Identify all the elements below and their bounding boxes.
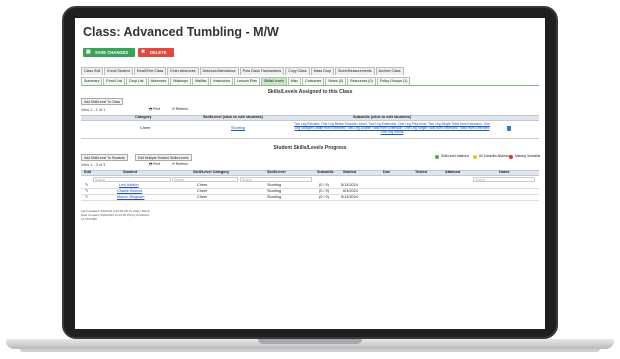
tab-lesson-plan[interactable]: Lesson Plan xyxy=(234,77,260,85)
edit-pencil-icon[interactable]: ✎ xyxy=(85,195,88,200)
tab-archive-class[interactable]: Archive Class xyxy=(375,67,404,75)
skill-cell: Stunting xyxy=(267,189,281,193)
tab-enter-absences[interactable]: Enter Absences xyxy=(167,67,199,75)
tab-resources[interactable]: Resources (0) xyxy=(347,77,376,85)
started-cell: 5/13/2024 xyxy=(341,195,358,199)
tab-costumes[interactable]: Costumes xyxy=(302,77,325,85)
assigned-category-cell: Cheer xyxy=(140,126,151,130)
assigned-subskills-link[interactable]: Two Leg Elevator, One Leg Below Shoulder… xyxy=(293,122,491,134)
missing-legend-icon xyxy=(509,155,513,159)
assigned-heading: Skills/Levels Assigned to this Class xyxy=(267,89,353,95)
assigned-refresh-button[interactable]: ⟳ Refresh xyxy=(170,107,190,113)
tabs-actions: Class Roll Enroll Student Email/Text Cla… xyxy=(81,67,405,75)
student-search-input[interactable]: Search xyxy=(93,177,171,182)
screen: Class: Advanced Tumbling - M/W ▣ SAVE CHA… xyxy=(75,18,545,329)
tab-summary[interactable]: Summary xyxy=(81,77,103,85)
col-tested: Tested xyxy=(415,170,427,174)
student-link[interactable]: Charlie Barrow xyxy=(117,189,142,194)
add-skill-to-students-button[interactable]: Add Skill/Level To Students xyxy=(81,154,129,161)
subskills-cell: (0 / 9) xyxy=(319,195,329,199)
tab-notes[interactable]: Notes (0) xyxy=(325,77,347,85)
col-attained: Attained xyxy=(445,170,461,174)
col-skill-level: Skill/Level (click to edit students) xyxy=(203,115,263,119)
assigned-view-count: View 1 - 1 of 1 xyxy=(81,108,106,112)
progress-view-count: View 1 - 3 of 3 xyxy=(81,163,106,167)
trash-icon: ✖ xyxy=(141,49,146,55)
tab-makeups[interactable]: Makeups xyxy=(170,77,191,85)
tab-post-class-transactions[interactable]: Post Class Transactions xyxy=(239,67,285,75)
col-started: Started xyxy=(343,170,357,174)
tab-drop-list[interactable]: Drop List xyxy=(126,77,147,85)
edit-pencil-icon[interactable]: ✎ xyxy=(85,183,88,188)
assigned-print-button[interactable]: 🖶 Print xyxy=(147,107,162,113)
col-notes: Notes xyxy=(499,170,510,174)
col-student: Student xyxy=(123,170,138,174)
progress-header-row xyxy=(81,170,539,176)
tab-email-text-class[interactable]: Email/Text Class xyxy=(133,67,167,75)
skill-search-input[interactable]: Search xyxy=(240,177,312,182)
tab-skills-levels[interactable]: Skills/Levels xyxy=(260,77,287,85)
started-cell: 6/3/2024 xyxy=(343,189,358,193)
save-changes-button[interactable]: ▣ SAVE CHANGES xyxy=(83,48,135,57)
subskills-cell: (0 / 9) xyxy=(319,189,329,193)
col-skill: Skill/Level xyxy=(267,170,286,174)
edit-multiple-skills-button[interactable]: Edit Multiple Student Skills/Levels xyxy=(135,154,192,161)
tab-sizes-measurements[interactable]: Sizes/Measurements xyxy=(334,67,375,75)
page-title: Class: Advanced Tumbling - M/W xyxy=(83,25,279,39)
col-subskills: Subskills (click to edit students) xyxy=(353,115,412,119)
laptop-notch xyxy=(258,339,362,344)
col-due: Due xyxy=(383,170,391,174)
trash-icon[interactable] xyxy=(507,126,511,131)
edit-pencil-icon[interactable]: ✎ xyxy=(85,189,88,194)
attained-legend-icon xyxy=(435,155,439,159)
tabs-sections: Summary Enroll List Drop List Absences M… xyxy=(81,77,411,85)
add-skill-to-class-button[interactable]: Add Skill/Level To Class xyxy=(81,98,124,105)
laptop-frame: Class: Advanced Tumbling - M/W ▣ SAVE CHA… xyxy=(0,0,620,359)
assigned-skill-link[interactable]: Stunting xyxy=(231,126,245,131)
tab-copy-class[interactable]: Copy Class xyxy=(285,67,310,75)
category-cell: Cheer xyxy=(197,189,208,193)
col-edit: Edit xyxy=(84,170,92,174)
legend-all-subskills: All Subskills Attained xyxy=(479,154,510,158)
laptop-foot xyxy=(20,349,600,352)
student-link[interactable]: Lexi Ashton xyxy=(119,183,139,188)
tab-absence-attendance[interactable]: Absence/Attendance xyxy=(199,67,239,75)
tab-absences[interactable]: Absences xyxy=(147,77,170,85)
legend-missing: Missing Subskills xyxy=(515,154,541,158)
skill-cell: Stunting xyxy=(267,183,281,187)
save-icon: ▣ xyxy=(86,49,91,55)
col-category: Category xyxy=(135,115,152,119)
tabs-divider xyxy=(81,85,539,86)
student-link[interactable]: Mason Bingham xyxy=(117,195,144,200)
progress-refresh-button[interactable]: ⟳ Refresh xyxy=(170,162,190,168)
tab-policy-groups[interactable]: Policy Groups (1) xyxy=(376,77,411,85)
notes-search-input[interactable]: Search xyxy=(473,177,535,182)
tab-enroll-list[interactable]: Enroll List xyxy=(103,77,126,85)
col-skill-category: Skill/Level Category xyxy=(193,170,230,174)
progress-heading: Student Skills/Levels Progress xyxy=(273,145,347,151)
legend-attained: Skill/Level Attained xyxy=(441,154,469,158)
category-cell: Cheer xyxy=(197,195,208,199)
table-row xyxy=(81,195,539,201)
tab-mass-drop[interactable]: Mass Drop xyxy=(310,67,334,75)
skill-cell: Stunting xyxy=(267,195,281,199)
tab-waitlist[interactable]: Waitlist xyxy=(191,77,210,85)
tab-instructors[interactable]: Instructors xyxy=(210,77,234,85)
subskills-cell: (0 / 9) xyxy=(319,183,329,187)
tab-misc[interactable]: Misc xyxy=(287,77,302,85)
started-cell: 5/13/2024 xyxy=(341,183,358,187)
all-subskills-legend-icon xyxy=(473,155,477,159)
tab-enroll-student[interactable]: Enroll Student xyxy=(104,67,133,75)
category-cell: Cheer xyxy=(197,183,208,187)
progress-print-button[interactable]: 🖶 Print xyxy=(147,162,162,168)
col-subskills: Subskills xyxy=(317,170,334,174)
tab-class-roll[interactable]: Class Roll xyxy=(81,67,104,75)
footer-id: Id: 5672480 xyxy=(81,217,97,221)
category-search-input[interactable]: Search xyxy=(172,177,238,182)
delete-button[interactable]: ✖ DELETE xyxy=(138,48,174,57)
